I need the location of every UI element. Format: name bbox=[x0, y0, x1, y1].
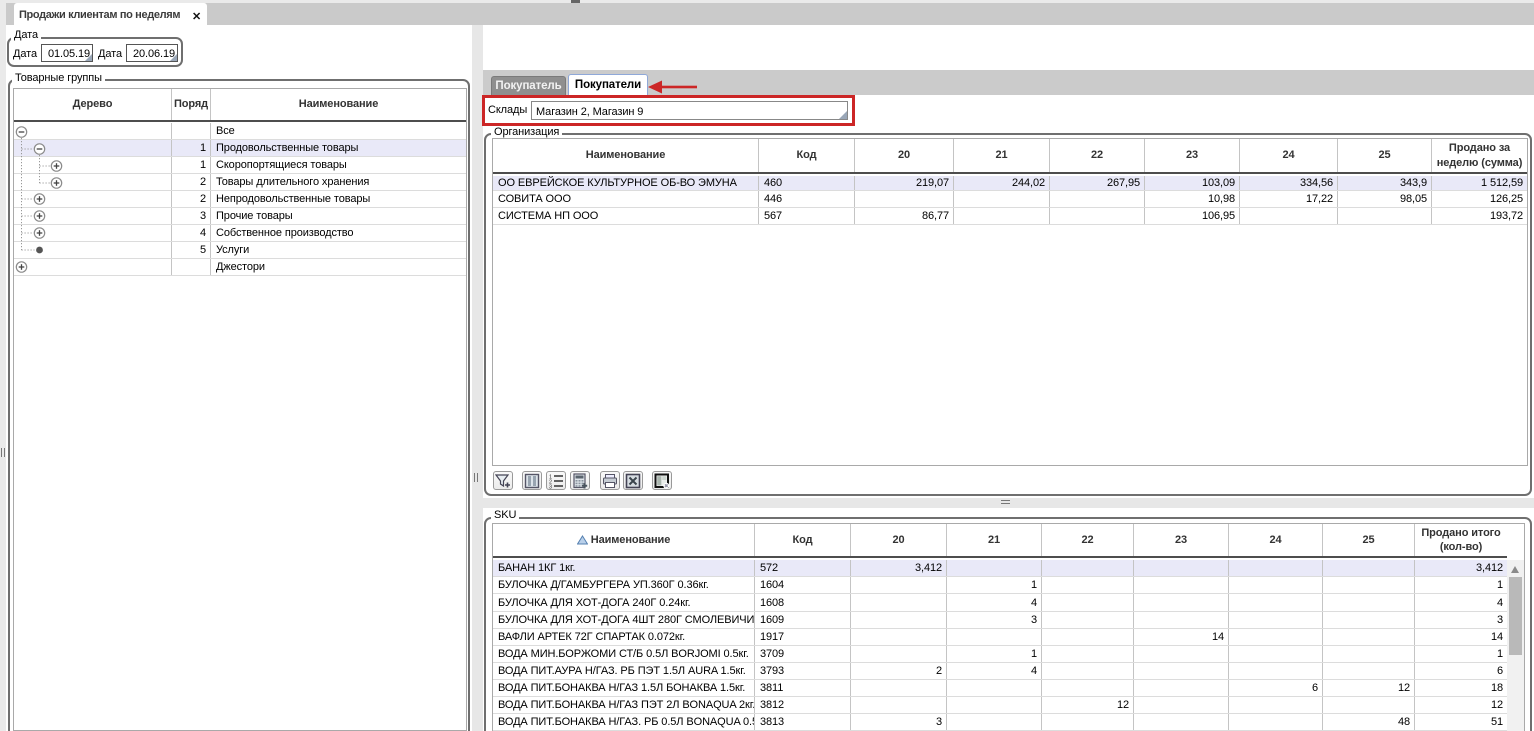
svg-text:3: 3 bbox=[549, 484, 552, 489]
